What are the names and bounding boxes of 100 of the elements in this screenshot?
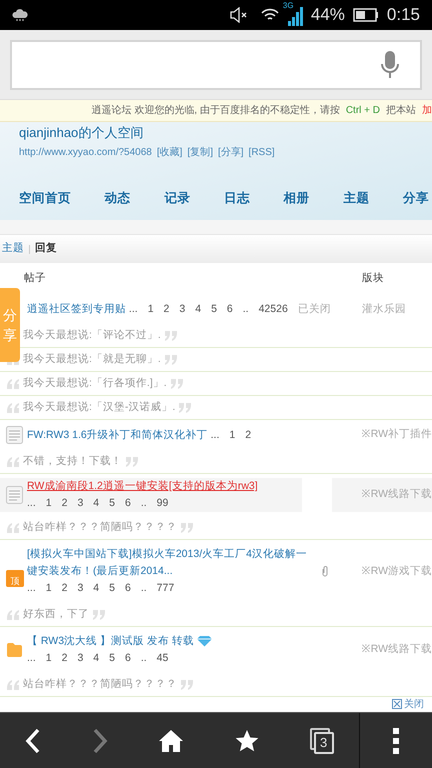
notice-text: 加 <box>422 104 432 118</box>
reply-quote: 不错，支持！下载！ <box>23 454 122 469</box>
page-link[interactable]: 1 <box>148 303 154 315</box>
filter-tab[interactable]: 主题 <box>2 241 24 257</box>
notice-text: 逍遥论坛 欢迎您的光临, 由于百度排名的不稳定性，请按 <box>91 104 340 118</box>
column-header: 版块 <box>362 271 384 286</box>
wifi-icon <box>260 8 279 22</box>
page-link[interactable]: 5 <box>109 652 115 664</box>
page-link[interactable]: 1 <box>46 652 52 664</box>
reply-quote: 站台咋样？？？简陋吗？？？？ <box>23 676 177 692</box>
page-link[interactable]: 45 <box>156 652 168 664</box>
address-field[interactable] <box>10 40 422 90</box>
page-link[interactable]: ... <box>27 652 36 664</box>
page-link[interactable]: 1 <box>229 428 236 440</box>
quote-open-icon <box>6 377 20 390</box>
quote-open-icon <box>6 401 20 414</box>
star-icon[interactable] <box>235 728 260 752</box>
nav-link[interactable]: 相册 <box>284 189 310 208</box>
page-link[interactable]: ... <box>210 428 220 440</box>
page-link[interactable]: ... <box>27 497 36 509</box>
page-link[interactable]: 6 <box>124 582 131 594</box>
battery-icon <box>352 8 379 22</box>
document-icon <box>6 486 23 504</box>
home-icon[interactable] <box>158 728 184 752</box>
page-link[interactable]: 3 <box>77 582 84 594</box>
column-header: 帖子 <box>23 271 47 286</box>
quote-close-icon <box>92 608 106 621</box>
quote-open-icon <box>6 455 20 468</box>
page-link[interactable]: 3 <box>77 497 84 509</box>
page-link[interactable]: .. <box>140 652 147 664</box>
page-link[interactable]: 777 <box>156 582 174 594</box>
quote-open-icon <box>6 608 20 621</box>
quote-close-icon <box>180 678 194 691</box>
battery-percent: 44% <box>310 4 345 26</box>
close-link[interactable]: 关闭 <box>392 696 424 712</box>
thread-title[interactable]: FW:RW3 1.6升级补丁和简体汉化补丁 <box>27 426 208 444</box>
page-link[interactable]: 5 <box>109 497 115 509</box>
document-icon <box>6 426 23 444</box>
pinned-badge: 顶 <box>6 570 24 587</box>
quote-open-icon <box>6 678 20 691</box>
page-link[interactable]: ... <box>27 582 36 594</box>
page-link[interactable]: 5 <box>211 303 217 315</box>
quote-close-icon <box>170 377 184 390</box>
thread-status: 已关闭 <box>298 303 331 315</box>
page-link[interactable]: 99 <box>156 497 168 509</box>
menu-icon[interactable] <box>393 728 399 754</box>
page-link[interactable]: 2 <box>164 303 170 315</box>
nav-link[interactable]: 动态 <box>104 189 131 208</box>
network-type: 3G <box>282 2 294 10</box>
shortcut-text: Ctrl + D <box>346 104 380 118</box>
page-link[interactable]: .. <box>242 303 249 315</box>
quote-close-icon <box>125 455 139 468</box>
page-link[interactable]: 6 <box>124 497 131 509</box>
page-link[interactable]: 1 <box>46 497 52 509</box>
clock-time: 0:15 <box>386 4 420 26</box>
nav-link[interactable]: 记录 <box>164 189 190 208</box>
page-link[interactable]: 4 <box>93 497 100 509</box>
page-link[interactable]: 3 <box>77 652 84 664</box>
reply-quote: 我今天最想说:「行各项作.]」. <box>23 376 167 391</box>
page-link[interactable]: 2 <box>62 497 68 509</box>
page-link[interactable]: 6 <box>124 652 131 664</box>
page-link[interactable]: 1 <box>46 582 52 594</box>
page-link[interactable]: 2 <box>62 582 68 594</box>
reply-quote: 我今天最想说:「汉堡-汉诺威」. <box>23 400 176 415</box>
page-link[interactable]: 4 <box>93 582 100 594</box>
nav-link[interactable]: 主题 <box>343 189 370 208</box>
nav-link[interactable]: 分享 <box>402 189 429 208</box>
page-link[interactable]: 5 <box>109 582 115 594</box>
space-title[interactable]: qianjinhao的个人空间 <box>0 124 432 142</box>
microphone-icon[interactable] <box>380 50 400 80</box>
nav-link[interactable]: 空间首页 <box>19 189 71 208</box>
page-link[interactable]: ... <box>128 303 138 315</box>
page-link[interactable]: 3 <box>179 303 186 315</box>
reply-quote: 我今天最想说:「就是无聊」. <box>23 352 161 367</box>
page-link[interactable]: 4 <box>93 652 100 664</box>
quote-close-icon <box>164 353 178 366</box>
close-icon[interactable] <box>392 699 402 709</box>
page-link[interactable]: 4 <box>195 303 202 315</box>
page-link[interactable]: 6 <box>226 303 233 315</box>
nav-link[interactable]: 日志 <box>224 189 250 208</box>
thread-title[interactable]: [模拟火车中国站下载]模拟火车2013/火车工厂4汉化破解一键安装发布！(最后更新2014... <box>27 546 318 580</box>
page-link[interactable]: 42526 <box>258 303 288 315</box>
back-icon[interactable] <box>25 728 42 754</box>
thread-title[interactable]: 【 RW3沈大线 】测试版 发布 转载 <box>27 633 194 650</box>
quote-close-icon <box>178 401 192 414</box>
page-link[interactable]: .. <box>140 582 147 594</box>
filter-tab[interactable]: 回复 <box>35 241 57 257</box>
reply-quote: 站台咋样？？？简陋吗？？？？ <box>23 520 177 535</box>
mute-icon <box>228 7 249 23</box>
quote-close-icon <box>180 521 194 534</box>
page-link[interactable]: .. <box>140 497 147 509</box>
thread-title[interactable]: 逍遥社区签到专用贴 <box>27 301 126 318</box>
page-link[interactable]: 2 <box>62 652 68 664</box>
cloud-icon <box>12 9 28 21</box>
quote-close-icon <box>164 329 178 342</box>
quote-open-icon <box>6 521 20 534</box>
notice-text: 把本站 <box>386 104 416 118</box>
thread-title[interactable]: RW成渝南段1.2逍遥一键安装[支持的版本为rw3] <box>27 478 258 495</box>
page-link[interactable]: 2 <box>245 428 252 440</box>
reply-quote: 我今天最想说:「评论不过」. <box>23 328 161 343</box>
